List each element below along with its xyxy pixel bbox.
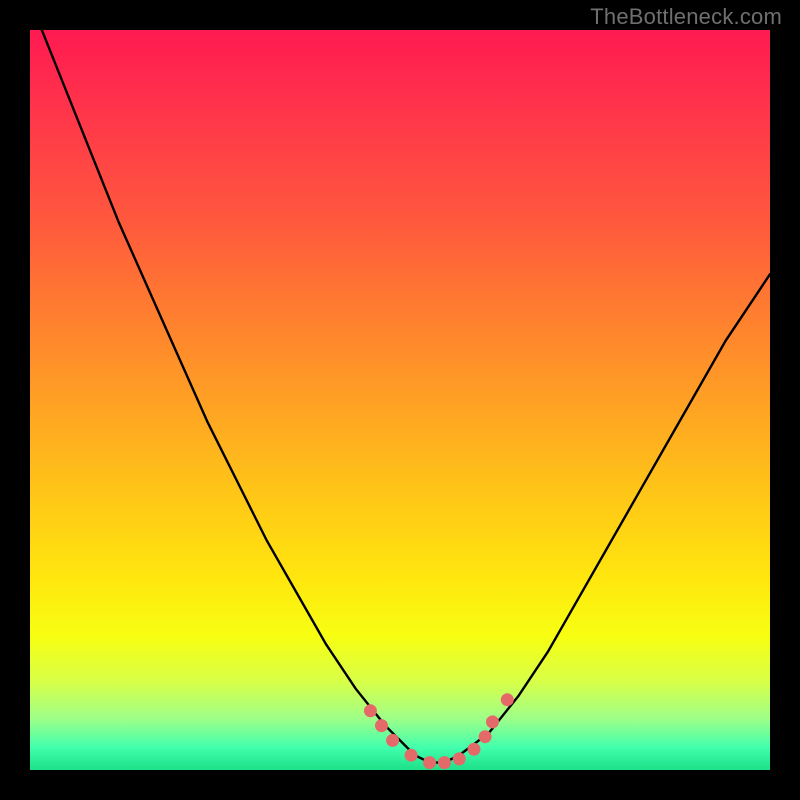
- highlight-point: [501, 693, 514, 706]
- highlight-point: [453, 752, 466, 765]
- chart-frame: TheBottleneck.com: [0, 0, 800, 800]
- highlight-point: [468, 743, 481, 756]
- highlight-point: [405, 749, 418, 762]
- highlight-point: [423, 756, 436, 769]
- highlight-point: [375, 719, 388, 732]
- highlight-point: [364, 704, 377, 717]
- highlight-point: [386, 734, 399, 747]
- highlight-point: [486, 715, 499, 728]
- chart-overlay: [30, 30, 770, 770]
- plot-area: [30, 30, 770, 770]
- watermark-label: TheBottleneck.com: [590, 4, 782, 30]
- highlight-point: [438, 756, 451, 769]
- highlight-point: [479, 730, 492, 743]
- bottleneck-curve: [30, 0, 770, 762]
